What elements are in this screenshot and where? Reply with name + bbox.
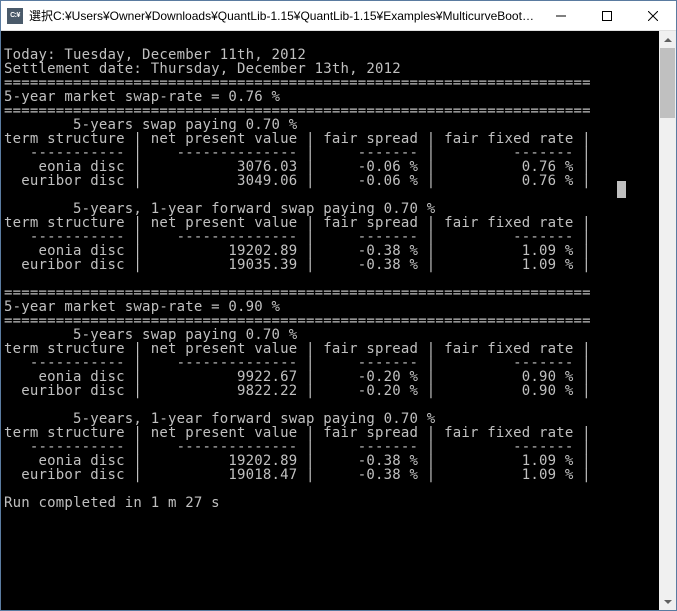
window-controls	[538, 1, 676, 31]
scroll-up-button[interactable]	[659, 31, 676, 48]
console-output[interactable]: Today: Tuesday, December 11th, 2012 Sett…	[1, 31, 659, 610]
minimize-icon	[556, 11, 566, 21]
maximize-button[interactable]	[584, 1, 630, 31]
minimize-button[interactable]	[538, 1, 584, 31]
row-4b: euribor disc | 19018.47 | -0.38 % | 1.09…	[4, 467, 591, 483]
close-icon	[648, 11, 658, 21]
scroll-down-button[interactable]	[659, 593, 676, 610]
row-3b: euribor disc | 9822.22 | -0.20 % | 0.90 …	[4, 383, 591, 399]
chevron-down-icon	[664, 600, 672, 604]
window-frame: C:¥ 選択C:¥Users¥Owner¥Downloads¥QuantLib-…	[0, 0, 677, 611]
console-area: Today: Tuesday, December 11th, 2012 Sett…	[1, 31, 676, 610]
titlebar[interactable]: C:¥ 選択C:¥Users¥Owner¥Downloads¥QuantLib-…	[1, 1, 676, 31]
app-icon: C:¥	[7, 8, 23, 24]
run-completed: Run completed in 1 m 27 s	[4, 495, 220, 511]
vertical-scrollbar[interactable]	[659, 31, 676, 610]
row-1b: euribor disc | 3049.06 | -0.06 % | 0.76 …	[4, 173, 591, 189]
text-cursor	[617, 181, 626, 198]
scrollbar-track[interactable]	[659, 48, 676, 593]
scrollbar-thumb[interactable]	[660, 48, 675, 118]
maximize-icon	[602, 11, 612, 21]
chevron-up-icon	[664, 38, 672, 42]
close-button[interactable]	[630, 1, 676, 31]
window-title: 選択C:¥Users¥Owner¥Downloads¥QuantLib-1.15…	[29, 7, 538, 24]
row-2b: euribor disc | 19035.39 | -0.38 % | 1.09…	[4, 257, 591, 273]
